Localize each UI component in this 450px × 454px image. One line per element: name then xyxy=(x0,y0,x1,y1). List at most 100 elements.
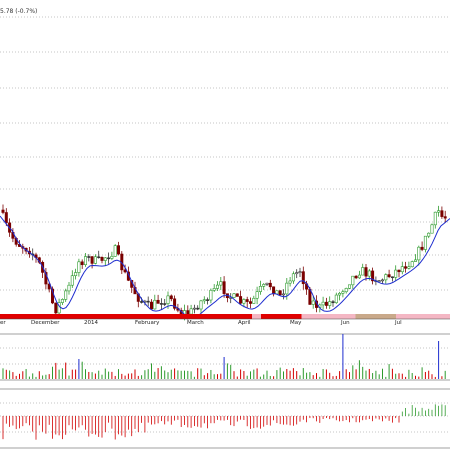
trend-segment xyxy=(185,314,190,319)
candle xyxy=(114,244,116,257)
candle-body xyxy=(94,257,96,264)
trend-segment xyxy=(351,314,356,319)
volume-bar xyxy=(45,375,46,379)
volume-bar xyxy=(359,360,360,379)
trend-segment xyxy=(270,314,275,319)
candle xyxy=(335,293,337,304)
candle-body xyxy=(167,296,169,304)
candle-body xyxy=(431,225,433,233)
oscillator-bar xyxy=(187,416,188,427)
volume-bar xyxy=(111,372,112,379)
volume-bar xyxy=(39,371,40,379)
volume-bar xyxy=(372,373,373,379)
candle-body xyxy=(140,301,142,302)
volume-bar xyxy=(432,374,433,379)
trend-segment xyxy=(68,314,73,319)
volume-bar xyxy=(293,368,294,379)
oscillator-bar xyxy=(115,416,116,439)
trend-segment xyxy=(333,314,338,319)
candle-body xyxy=(259,286,261,291)
trend-segment xyxy=(360,314,365,319)
candle-body xyxy=(190,309,192,314)
candle-body xyxy=(414,260,416,262)
oscillator-bar xyxy=(283,416,284,425)
trend-segment xyxy=(288,314,293,319)
candle xyxy=(104,257,106,266)
candle-body xyxy=(91,257,93,264)
month-label-dec: December xyxy=(31,320,60,326)
month-label-feb: February xyxy=(135,320,159,326)
oscillator-bar xyxy=(197,416,198,427)
trend-strip xyxy=(0,314,450,319)
candle-body xyxy=(391,277,393,278)
month-label-mar: March xyxy=(187,320,204,326)
volume-bar xyxy=(243,371,244,379)
moving-average-line xyxy=(0,216,450,318)
oscillator-bar xyxy=(336,416,337,420)
candle-body xyxy=(84,257,86,265)
candle xyxy=(345,288,347,294)
candle-body xyxy=(193,308,195,309)
candle-body xyxy=(104,258,106,261)
candle xyxy=(246,297,248,308)
candle-body xyxy=(408,267,410,269)
trend-segment xyxy=(342,314,347,319)
candle-body xyxy=(111,256,113,258)
oscillator-bar xyxy=(168,416,169,421)
volume-bar xyxy=(319,377,320,379)
candle xyxy=(348,285,350,289)
volume-bar xyxy=(366,371,367,379)
oscillator-bar xyxy=(98,416,99,437)
volume-bar xyxy=(16,376,17,379)
trend-segment xyxy=(203,314,208,319)
trend-segment xyxy=(243,314,248,319)
trend-segment xyxy=(284,314,289,319)
oscillator-bar xyxy=(118,416,119,434)
candle xyxy=(358,271,360,279)
candle xyxy=(213,284,215,292)
volume-bars xyxy=(3,334,446,379)
trend-segment xyxy=(423,314,428,319)
oscillator-bar xyxy=(359,416,360,422)
candle xyxy=(428,232,430,238)
candle xyxy=(206,297,208,304)
oscillator-bar xyxy=(362,416,363,420)
trend-segment xyxy=(149,314,154,319)
candle-body xyxy=(117,246,119,254)
oscillator-bar xyxy=(52,416,53,439)
oscillator-bar xyxy=(69,416,70,425)
candle xyxy=(444,211,446,223)
volume-bar xyxy=(283,371,284,379)
candle xyxy=(325,298,327,309)
volume-bar xyxy=(445,371,446,379)
candle xyxy=(94,254,96,264)
oscillator-bar xyxy=(108,416,109,423)
trend-segment xyxy=(419,314,424,319)
oscillator-bar xyxy=(184,416,185,425)
volume-bar xyxy=(52,367,53,379)
candle xyxy=(398,269,400,277)
candle-body xyxy=(253,298,255,303)
candle xyxy=(355,275,357,279)
candle-body xyxy=(404,267,406,269)
oscillator-bar xyxy=(329,416,330,419)
candle xyxy=(230,293,232,303)
volume-bar xyxy=(3,368,4,379)
candle xyxy=(395,265,397,281)
volume-bar xyxy=(263,375,264,379)
oscillator-bar xyxy=(102,416,103,438)
volume-bar xyxy=(441,376,442,379)
chart-canvas[interactable] xyxy=(0,0,450,450)
oscillator-bar xyxy=(339,416,340,421)
candle xyxy=(411,261,413,268)
candle xyxy=(220,277,222,290)
oscillator-bar xyxy=(369,416,370,419)
candle xyxy=(388,270,390,278)
trend-segment xyxy=(320,314,325,319)
oscillator-bar xyxy=(376,416,377,418)
trend-segment xyxy=(36,314,41,319)
oscillator-bar xyxy=(412,405,413,416)
trend-segment xyxy=(50,314,55,319)
volume-bar xyxy=(412,373,413,379)
trend-segment xyxy=(216,314,221,319)
